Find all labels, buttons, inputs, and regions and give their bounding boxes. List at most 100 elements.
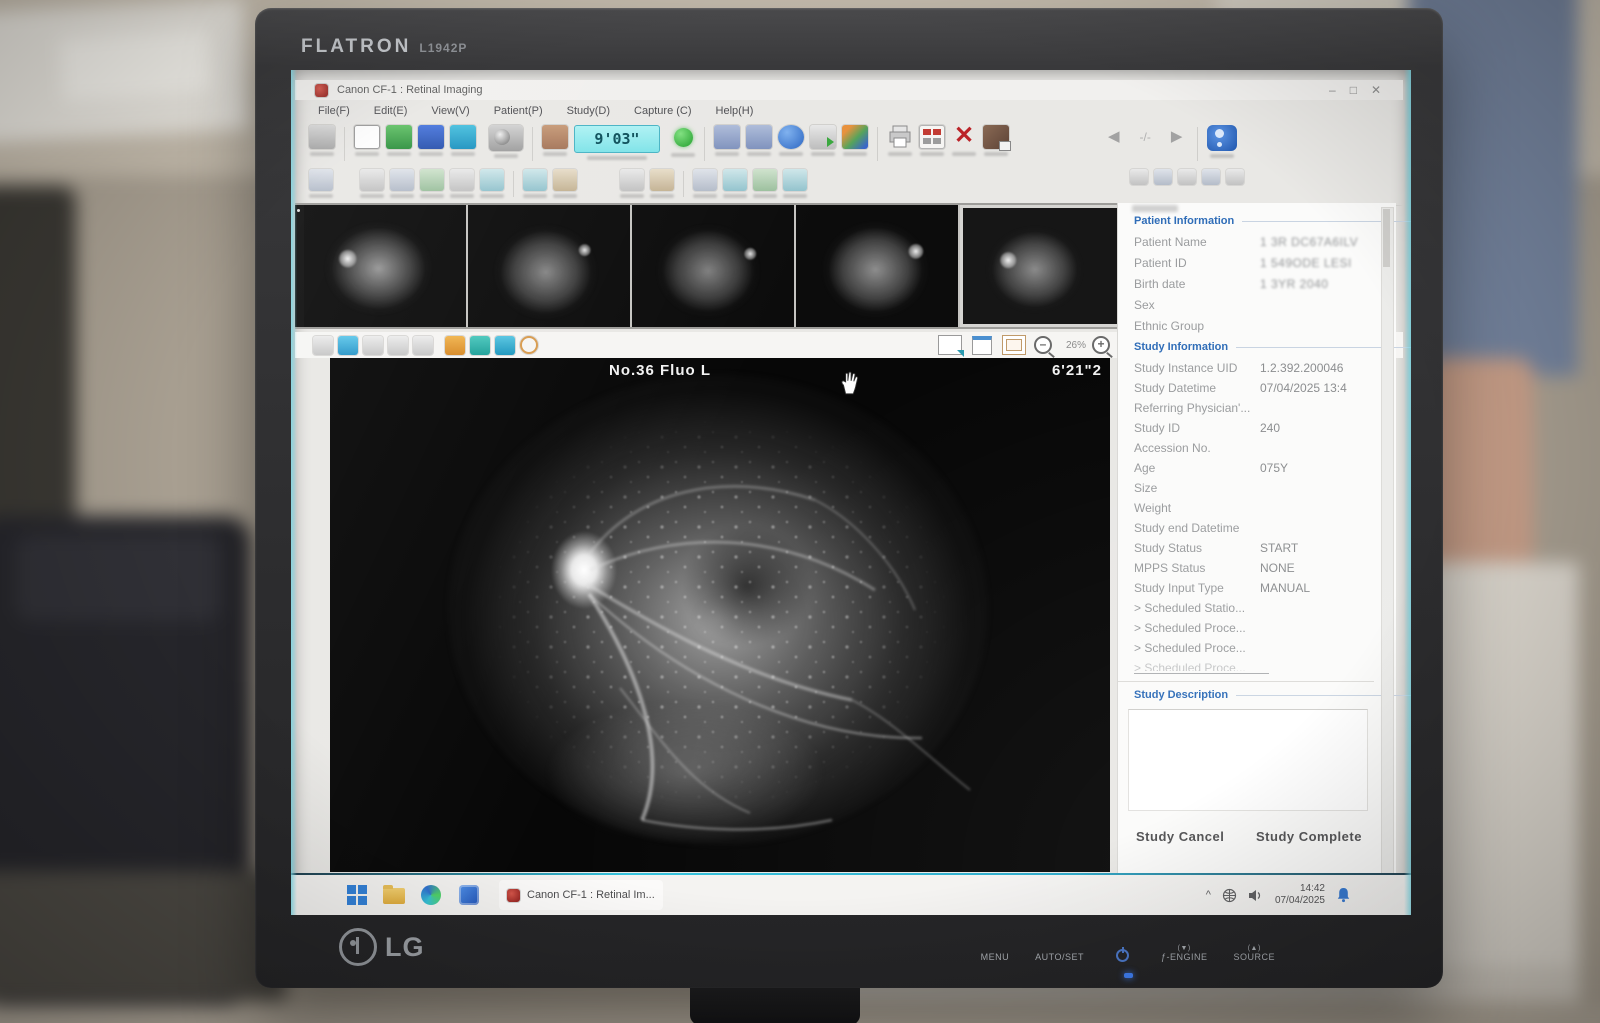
save-icon[interactable] (386, 125, 412, 149)
tool-icon[interactable] (360, 169, 384, 191)
fundus-camera-icon[interactable] (489, 125, 523, 151)
window-level-tool-icon[interactable] (388, 336, 408, 355)
network-icon[interactable] (1222, 888, 1237, 903)
timer-photo-icon[interactable] (542, 125, 568, 149)
tool-icon[interactable] (753, 169, 777, 191)
menu-study[interactable]: Study(D) (567, 105, 610, 117)
prev-image-arrow[interactable]: ◀ (1108, 125, 1120, 149)
maximize-button[interactable]: □ (1350, 83, 1357, 97)
panel-tab[interactable] (1132, 205, 1178, 212)
tool-icon[interactable] (480, 169, 504, 191)
mosaic-tool-icon[interactable] (520, 336, 538, 354)
tool-icon[interactable] (1154, 169, 1172, 185)
start-button-icon[interactable] (347, 885, 367, 905)
compare-tool-icon[interactable] (445, 336, 465, 355)
tool-icon[interactable] (620, 169, 644, 191)
color-image-icon[interactable] (842, 125, 868, 149)
scheduled-procedure-row[interactable]: > Scheduled Proce... (1134, 641, 1374, 659)
tray-chevron-icon[interactable]: ^ (1206, 889, 1211, 901)
film-print-icon[interactable] (919, 125, 945, 149)
menu-patient[interactable]: Patient(P) (494, 105, 543, 117)
transfer-icon[interactable] (450, 125, 476, 149)
field-row: Birth date1 3YR 2040 (1134, 277, 1374, 295)
screen-share-icon[interactable] (810, 125, 836, 149)
tool-icon[interactable] (420, 169, 444, 191)
thumbnail-strip (295, 203, 1140, 329)
tool-icon[interactable] (693, 169, 717, 191)
pointer-tool-icon[interactable] (313, 336, 333, 355)
speaker-icon[interactable] (1248, 889, 1264, 902)
tool-icon[interactable] (1130, 169, 1148, 185)
thumbnail-1[interactable] (304, 205, 468, 327)
notification-bell-icon[interactable] (1336, 887, 1351, 903)
photos-app-icon[interactable] (459, 885, 479, 905)
measure-tool-icon[interactable] (495, 336, 515, 355)
actual-size-tool-icon[interactable] (338, 336, 358, 355)
field-row: Study Instance UID1.2.392.200046 (1134, 361, 1374, 379)
delete-icon[interactable]: ✕ (951, 125, 977, 149)
edge-browser-icon[interactable] (421, 885, 441, 905)
scheduled-procedure-row[interactable]: > Scheduled Proce... (1134, 661, 1374, 671)
system-tray: ^ 14:42 07/04/2025 (1206, 883, 1351, 907)
thumbnail-3[interactable] (632, 205, 796, 327)
new-study-icon[interactable] (354, 125, 380, 149)
menu-capture[interactable]: Capture (C) (634, 105, 691, 117)
scheduled-procedure-row[interactable]: > Scheduled Proce... (1134, 621, 1374, 639)
thumbnail-2[interactable] (468, 205, 632, 327)
tool-icon[interactable] (390, 169, 414, 191)
patient-info-icon[interactable] (1207, 125, 1237, 151)
study-complete-button[interactable]: Study Complete (1256, 829, 1362, 844)
image-export-icon[interactable] (983, 125, 1009, 149)
zoom-in-icon[interactable]: + (1092, 336, 1110, 354)
zoom-out-icon[interactable]: – (1034, 336, 1052, 354)
tool-icon[interactable] (723, 169, 747, 191)
main-image-viewport[interactable]: No.36 Fluo L 6'21"2 (330, 358, 1110, 872)
field-row: Patient ID1 549ODE LESI (1134, 256, 1374, 274)
study-cancel-button[interactable]: Study Cancel (1136, 829, 1224, 844)
taskbar-app-button[interactable]: Canon CF-1 : Retinal Im... (499, 880, 663, 910)
monitor-stand (690, 985, 860, 1023)
tool-icon[interactable] (309, 169, 333, 191)
panel-scrollbar[interactable] (1381, 207, 1394, 915)
send-image-icon[interactable] (938, 335, 962, 355)
thumbnail-5-selected[interactable] (960, 205, 1122, 327)
tool-icon[interactable] (1178, 169, 1196, 185)
close-button[interactable]: ✕ (1371, 83, 1381, 97)
windows-taskbar: Canon CF-1 : Retinal Im... ^ 14:42 07/04… (291, 875, 1411, 915)
pan-tool-icon[interactable] (363, 336, 383, 355)
thumbnail-4[interactable] (796, 205, 960, 327)
menu-edit[interactable]: Edit(E) (374, 105, 408, 117)
lg-logo-text: LG (385, 932, 425, 963)
minimize-button[interactable]: – (1329, 83, 1336, 97)
tray-date: 07/04/2025 (1275, 895, 1325, 907)
next-image-arrow[interactable]: ▶ (1171, 125, 1183, 149)
rotate-tool-icon[interactable] (413, 336, 433, 355)
study-list-icon[interactable] (309, 125, 335, 149)
tool-icon[interactable] (450, 169, 474, 191)
menu-help[interactable]: Help(H) (716, 105, 754, 117)
fit-window-icon[interactable] (1002, 335, 1026, 355)
toolbar-secondary (295, 167, 1403, 206)
layout-single-icon[interactable] (714, 125, 740, 149)
clock[interactable]: 14:42 07/04/2025 (1275, 883, 1325, 907)
export-icon[interactable] (418, 125, 444, 149)
menu-view[interactable]: View(V) (431, 105, 469, 117)
scheduled-station-row[interactable]: > Scheduled Statio... (1134, 601, 1374, 619)
layout-grid-icon[interactable] (746, 125, 772, 149)
tool-icon[interactable] (553, 169, 577, 191)
overlay-tool-icon[interactable] (470, 336, 490, 355)
print-icon[interactable] (887, 125, 913, 149)
app-icon (507, 889, 520, 902)
clock-tool-icon[interactable] (778, 125, 804, 149)
tool-icon[interactable] (783, 169, 807, 191)
tool-icon[interactable] (1226, 169, 1244, 185)
tool-icon[interactable] (523, 169, 547, 191)
report-icon[interactable] (972, 336, 992, 355)
file-explorer-icon[interactable] (383, 888, 405, 904)
tool-icon[interactable] (650, 169, 674, 191)
menu-file[interactable]: File(F) (318, 105, 350, 117)
bezel-buttons: MENU AUTO/SET (▼)ƒ-ENGINE (▲)SOURCE (981, 944, 1275, 962)
tool-icon[interactable] (1202, 169, 1220, 185)
monitor: FLATRONL1942P Canon CF-1 : Retinal Imagi… (255, 8, 1443, 988)
study-description-box[interactable] (1128, 709, 1368, 811)
